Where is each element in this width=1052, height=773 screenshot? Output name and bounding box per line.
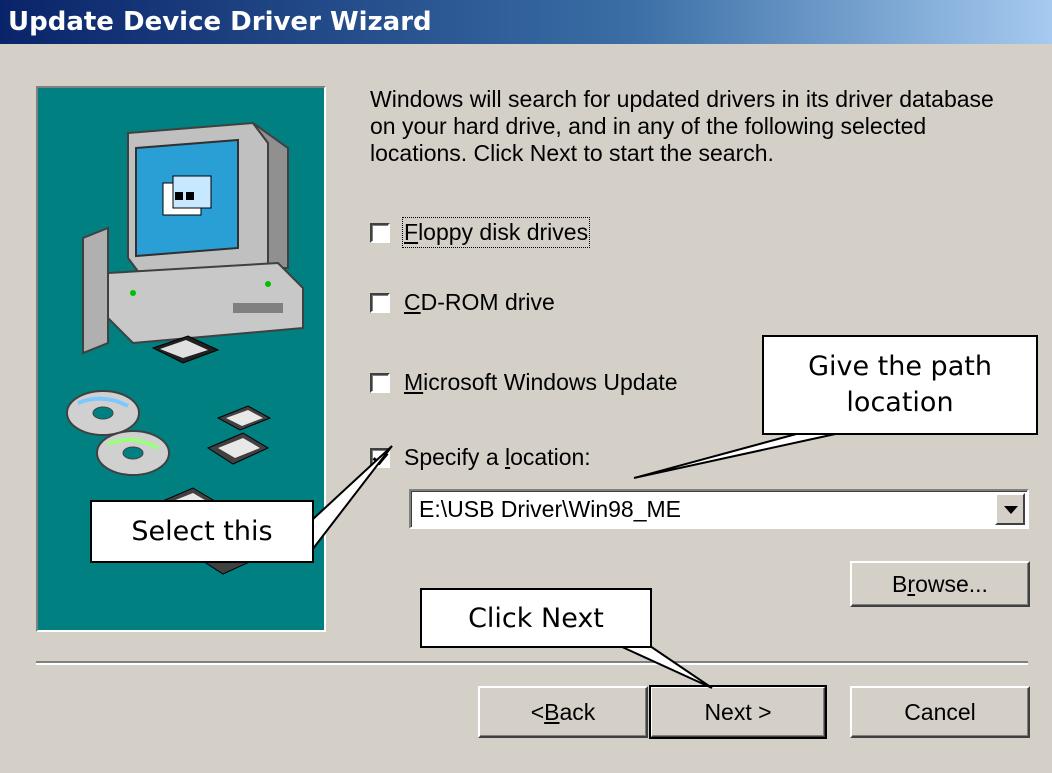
windows-update-option[interactable]: Microsoft Windows Update bbox=[370, 369, 678, 396]
cancel-button[interactable]: Cancel bbox=[850, 686, 1030, 738]
instructions-text: Windows will search for updated drivers … bbox=[370, 86, 994, 166]
cd-icon bbox=[66, 390, 170, 476]
dropdown-arrow-icon[interactable] bbox=[995, 493, 1025, 525]
specify-location-checkbox[interactable] bbox=[370, 447, 390, 468]
callout-path-location: Give the path location bbox=[762, 335, 1038, 435]
floppy-checkbox[interactable] bbox=[370, 222, 390, 243]
next-button[interactable]: Next > bbox=[649, 685, 827, 739]
cdrom-checkbox[interactable] bbox=[370, 292, 390, 313]
callout-select-this: Select this bbox=[90, 500, 314, 563]
specify-location-option[interactable]: Specify a location: bbox=[370, 444, 591, 471]
window-titlebar[interactable]: Update Device Driver Wizard bbox=[0, 0, 1052, 44]
cdrom-label: CD-ROM drive bbox=[404, 289, 555, 315]
browse-button[interactable]: Br owse... bbox=[850, 561, 1030, 607]
cdrom-option[interactable]: CD-ROM drive bbox=[370, 289, 555, 316]
back-button[interactable]: < Back bbox=[478, 686, 648, 738]
callout-click-next: Click Next bbox=[420, 588, 652, 648]
floppy-option[interactable]: Floppy disk drives bbox=[370, 217, 591, 248]
location-combobox[interactable]: E:\USB Driver\Win98_ME bbox=[409, 489, 1029, 529]
computer-icon bbox=[82, 121, 304, 364]
windows-update-checkbox[interactable] bbox=[370, 372, 390, 393]
separator bbox=[36, 661, 1028, 665]
specify-location-label: Specify a location: bbox=[404, 444, 591, 470]
window-title: Update Device Driver Wizard bbox=[8, 7, 432, 37]
windows-update-label: Microsoft Windows Update bbox=[404, 369, 678, 395]
location-value[interactable]: E:\USB Driver\Win98_ME bbox=[419, 495, 681, 523]
floppy-label: Floppy disk drives bbox=[401, 217, 591, 248]
